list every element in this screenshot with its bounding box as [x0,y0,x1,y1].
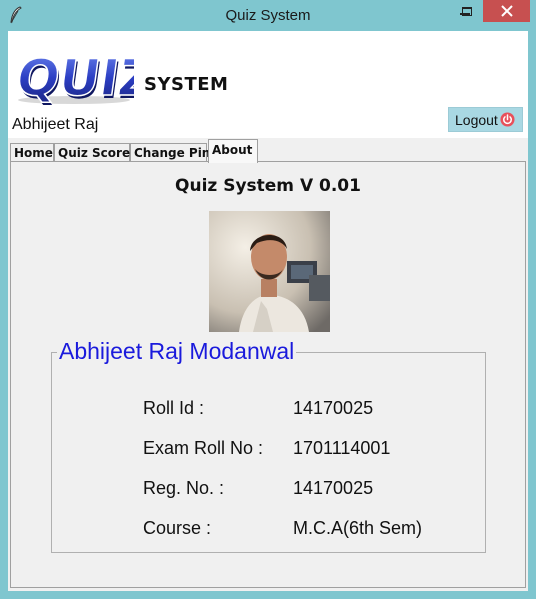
roll-id-label: Roll Id : [143,398,205,418]
reg-no-label: Reg. No. : [143,478,225,498]
window-client: QUIZ! QUIZ! SYSTEM Abhijeet Raj Logout H… [8,31,528,591]
maximize-icon [462,6,472,16]
about-title: Quiz System V 0.01 [175,176,361,196]
user-name: Abhijeet Raj [12,116,99,133]
exam-roll-label: Exam Roll No : [143,438,264,458]
exam-roll-value: 1701114001 [293,438,391,458]
course-value: M.C.A(6th Sem) [293,518,423,538]
close-icon [500,5,513,17]
logout-button[interactable]: Logout [448,107,523,132]
tab-home[interactable]: Home [10,143,54,161]
about-panel: Quiz System V 0.01 Abhijeet Raj Modanwal [10,161,526,588]
tab-quiz-score[interactable]: Quiz Score [54,143,130,161]
student-full-name: Abhijeet Raj Modanwal [57,338,297,365]
roll-id-value: 14170025 [293,398,374,418]
maximize-button[interactable] [454,0,480,22]
quiz-logo: QUIZ! QUIZ! [12,47,134,105]
tab-change-pin[interactable]: Change Pin [130,143,210,161]
power-icon [500,112,515,127]
close-button[interactable] [483,0,530,22]
system-wordmark: SYSTEM [144,74,229,95]
svg-text:QUIZ!: QUIZ! [13,48,134,105]
logout-label: Logout [455,111,498,128]
course-label: Course : [143,518,212,538]
title-bar[interactable]: Quiz System [0,0,536,31]
reg-no-value: 14170025 [293,478,374,498]
profile-photo [209,211,330,332]
tab-about[interactable]: About [208,139,258,163]
